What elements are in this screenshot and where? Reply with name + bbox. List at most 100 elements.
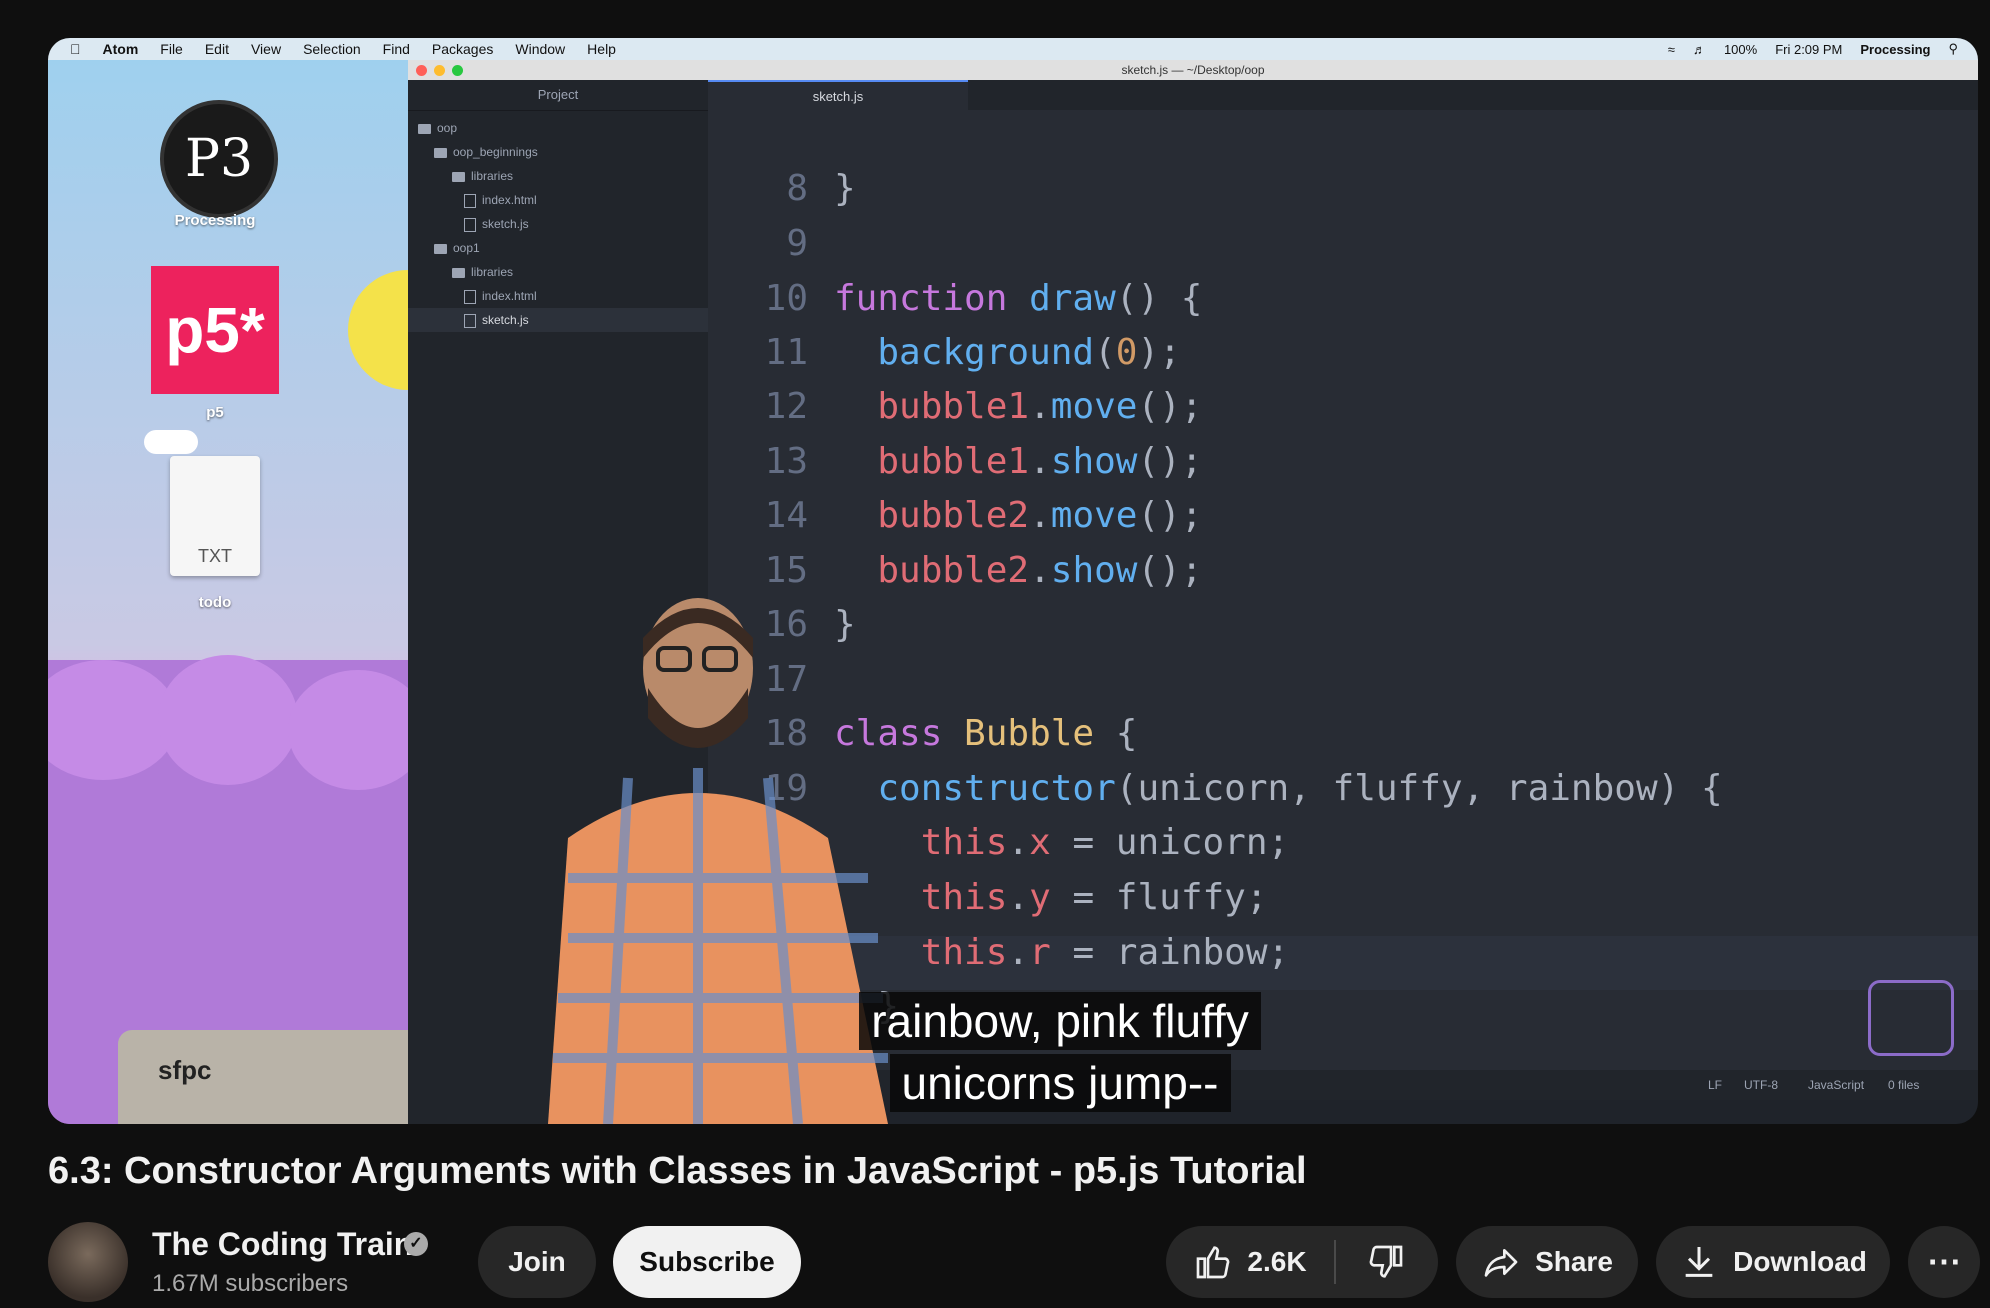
closed-captions: rainbow, pink fluffy unicorns jump--: [800, 990, 1320, 1114]
tree-folder[interactable]: libraries: [452, 164, 513, 188]
join-button[interactable]: Join: [478, 1226, 596, 1298]
editor-tab[interactable]: sketch.js: [708, 80, 968, 112]
tree-file[interactable]: index.html: [464, 284, 537, 308]
code-line: bubble2.move();: [834, 495, 1202, 536]
share-icon: [1484, 1249, 1518, 1277]
thumbs-up-icon: [1197, 1246, 1230, 1279]
close-window-icon[interactable]: [416, 65, 427, 76]
code-token: this: [920, 932, 1008, 973]
like-count: 2.6K: [1247, 1246, 1307, 1277]
code-line: bubble1.show();: [834, 441, 1203, 482]
code-token: move: [1050, 386, 1138, 427]
dislike-button[interactable]: [1336, 1226, 1436, 1298]
code-token: );: [1137, 332, 1181, 373]
code-token: .: [1029, 495, 1051, 536]
code-token: bubble1: [877, 386, 1030, 427]
tree-folder[interactable]: oop_beginnings: [434, 140, 538, 164]
project-tree-header: Project: [408, 80, 708, 111]
video-title: 6.3: Constructor Arguments with Classes …: [48, 1150, 1307, 1192]
channel-avatar[interactable]: [48, 1222, 128, 1302]
tree-item-label: libraries: [471, 169, 514, 183]
desktop: P3 Processing p5* p5 TXT todo sfpc: [48, 60, 408, 1124]
file-icon: [464, 313, 476, 328]
code-token: }: [834, 168, 856, 209]
like-dislike-group: 2.6K: [1166, 1226, 1438, 1298]
tree-folder[interactable]: oop: [418, 116, 457, 140]
download-label: Download: [1733, 1246, 1867, 1277]
subscriber-count: 1.67M subscribers: [152, 1270, 349, 1297]
p5-app-icon[interactable]: p5*: [151, 266, 279, 394]
code-token: Bubble: [964, 713, 1095, 754]
tree-folder[interactable]: libraries: [452, 260, 513, 284]
tree-file[interactable]: sketch.js: [464, 212, 529, 236]
code-line: }: [834, 168, 856, 209]
file-icon: [464, 217, 476, 232]
cloud-graphic: [144, 430, 198, 454]
line-number: 10: [764, 278, 808, 319]
code-token: r: [1029, 932, 1051, 973]
tree-file[interactable]: index.html: [464, 188, 537, 212]
code-line: background(0);: [834, 332, 1181, 373]
code-token: .: [1007, 822, 1030, 863]
folder-icon: [434, 243, 447, 254]
minimize-window-icon[interactable]: [434, 65, 445, 76]
menu-item: Packages: [421, 41, 493, 57]
processing-app-icon[interactable]: P3: [160, 100, 278, 218]
menu-item: File: [149, 41, 183, 57]
code-token: = unicorn;: [1050, 822, 1290, 863]
active-app: Processing: [1860, 41, 1931, 57]
code-line: constructor(unicorn, fluffy, rainbow) {: [834, 768, 1722, 809]
tree-item-label: sketch.js: [482, 217, 529, 231]
code-token: .: [1007, 932, 1030, 973]
line-number: 12: [764, 386, 808, 427]
code-token: ();: [1137, 386, 1203, 427]
sun-graphic: [348, 270, 408, 390]
code-token: bubble2: [877, 495, 1030, 536]
wifi-icon: ≈: [1667, 41, 1675, 57]
code-token: this: [920, 877, 1008, 918]
laptop-sticker: sfpc: [158, 1055, 212, 1085]
folder-icon: [452, 267, 465, 278]
share-button[interactable]: Share: [1456, 1226, 1638, 1298]
more-actions-button[interactable]: ⋯: [1908, 1226, 1980, 1298]
thumbs-down-icon: [1369, 1245, 1403, 1278]
channel-name[interactable]: The Coding Train: [152, 1226, 413, 1263]
caption-line: unicorns jump--: [889, 1054, 1231, 1112]
git-files[interactable]: 0 files: [1888, 1078, 1919, 1092]
grammar[interactable]: JavaScript: [1808, 1078, 1864, 1092]
code-token: bubble1: [877, 441, 1030, 482]
code-token: y: [1029, 877, 1051, 918]
search-icon: ⚲: [1948, 41, 1958, 56]
download-icon: [1685, 1247, 1713, 1277]
line-ending[interactable]: LF: [1708, 1078, 1722, 1092]
tree-item-label: index.html: [482, 289, 537, 303]
subscribe-button[interactable]: Subscribe: [613, 1226, 801, 1298]
line-number: 9: [786, 223, 808, 264]
code-token: constructor: [877, 768, 1116, 809]
folder-icon: [434, 147, 447, 158]
code-line: function draw() {: [834, 278, 1202, 319]
desktop-icon-label: p5: [206, 404, 224, 421]
download-button[interactable]: Download: [1656, 1226, 1890, 1298]
like-button[interactable]: 2.6K: [1166, 1226, 1334, 1298]
code-token: ();: [1137, 441, 1203, 482]
code-token: draw: [1029, 278, 1116, 319]
mac-menubar:  Atom File Edit View Selection Find Pac…: [48, 38, 1978, 60]
code-token: {: [1094, 713, 1138, 754]
tree-folder[interactable]: oop1: [434, 236, 480, 260]
video-player[interactable]:  Atom File Edit View Selection Find Pac…: [48, 38, 1978, 1124]
zoom-window-icon[interactable]: [452, 65, 463, 76]
code-token: .: [1007, 877, 1030, 918]
encoding[interactable]: UTF-8: [1744, 1078, 1778, 1092]
tree-file-selected[interactable]: sketch.js: [408, 308, 708, 332]
folder-icon: [452, 171, 465, 182]
tree-item-label: oop_beginnings: [453, 145, 538, 159]
wallpaper-hill: [158, 655, 298, 785]
code-token: background: [877, 332, 1095, 373]
text-file-icon[interactable]: TXT: [170, 456, 260, 576]
desktop-icon-label: todo: [198, 594, 232, 611]
line-number: 13: [764, 441, 808, 482]
share-label: Share: [1535, 1246, 1613, 1277]
window-titlebar: sketch.js — ~/Desktop/oop: [408, 60, 1978, 80]
